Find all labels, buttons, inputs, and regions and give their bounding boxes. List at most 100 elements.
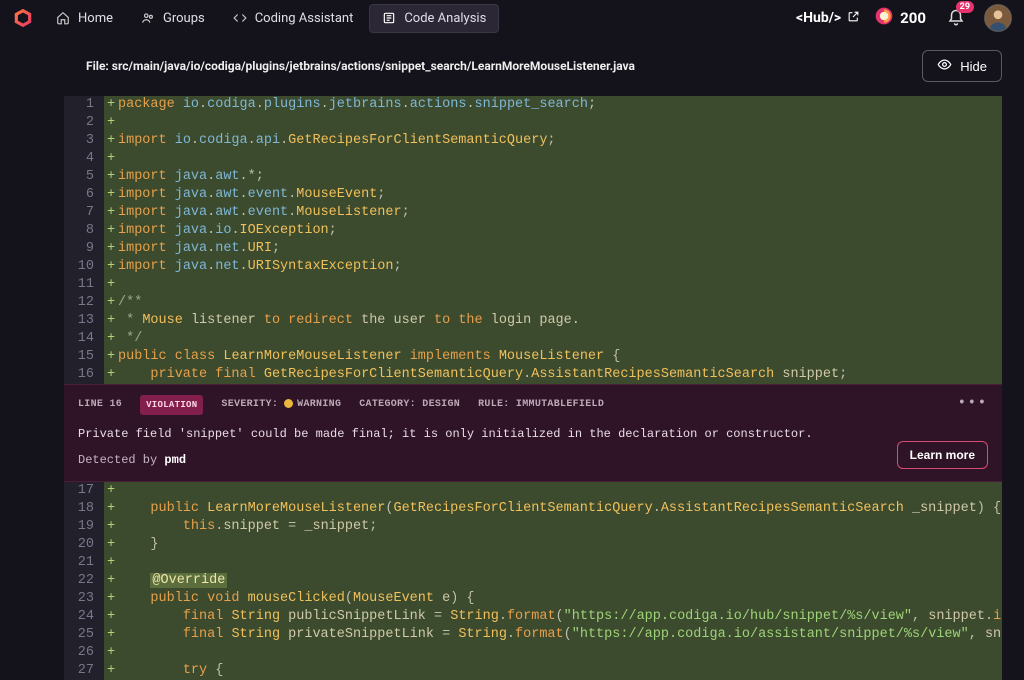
code-content[interactable]: public LearnMoreMouseListener(GetRecipes…: [118, 500, 1002, 518]
code-line: 16+ private final GetRecipesForClientSem…: [64, 366, 1002, 384]
code-content[interactable]: package io.codiga.plugins.jetbrains.acti…: [118, 96, 1002, 114]
violation-rule: RULE: IMMUTABLEFIELD: [478, 396, 604, 414]
coin-icon: [874, 6, 894, 30]
code-line: 6+import java.awt.event.MouseEvent;: [64, 186, 1002, 204]
severity-dot-icon: [284, 399, 293, 408]
code-line: 25+ final String privateSnippetLink = St…: [64, 626, 1002, 644]
violation-message: Private field 'snippet' could be made fi…: [78, 425, 988, 443]
code-line: 26+: [64, 644, 1002, 662]
code-line: 14+ */: [64, 330, 1002, 348]
file-path: File: src/main/java/io/codiga/plugins/je…: [86, 59, 635, 73]
diff-marker: +: [104, 258, 118, 276]
line-number: 8: [64, 222, 104, 240]
diff-marker: +: [104, 150, 118, 168]
line-number: 23: [64, 590, 104, 608]
nav-analysis-label: Code Analysis: [404, 11, 486, 26]
line-number: 25: [64, 626, 104, 644]
line-number: 16: [64, 366, 104, 384]
diff-marker: +: [104, 312, 118, 330]
code-content[interactable]: import io.codiga.api.GetRecipesForClient…: [118, 132, 1002, 150]
code-content[interactable]: import java.net.URI;: [118, 240, 1002, 258]
line-number: 18: [64, 500, 104, 518]
code-content[interactable]: [118, 482, 1002, 500]
line-number: 14: [64, 330, 104, 348]
diff-marker: +: [104, 590, 118, 608]
diff-marker: +: [104, 222, 118, 240]
violation-severity: SEVERITY:WARNING: [221, 396, 341, 414]
diff-marker: +: [104, 626, 118, 644]
diff-marker: +: [104, 204, 118, 222]
code-content[interactable]: import java.io.IOException;: [118, 222, 1002, 240]
external-link-icon: [847, 10, 860, 27]
code-line: 13+ * Mouse listener to redirect the use…: [64, 312, 1002, 330]
violation-detected-by: Detected by pmd: [78, 451, 988, 469]
diff-marker: +: [104, 132, 118, 150]
code-content[interactable]: [118, 114, 1002, 132]
code-content[interactable]: public class LearnMoreMouseListener impl…: [118, 348, 1002, 366]
code-line: 4+: [64, 150, 1002, 168]
code-content[interactable]: private final GetRecipesForClientSemanti…: [118, 366, 1002, 384]
code-line: 5+import java.awt.*;: [64, 168, 1002, 186]
diff-marker: +: [104, 482, 118, 500]
code-line: 27+ try {: [64, 662, 1002, 680]
code-line: 7+import java.awt.event.MouseListener;: [64, 204, 1002, 222]
code-content[interactable]: final String publicSnippetLink = String.…: [118, 608, 1002, 626]
nav-analysis[interactable]: Code Analysis: [369, 4, 499, 33]
code-content[interactable]: @Override: [118, 572, 1002, 590]
code-content[interactable]: import java.awt.event.MouseListener;: [118, 204, 1002, 222]
code-line: 23+ public void mouseClicked(MouseEvent …: [64, 590, 1002, 608]
code-content[interactable]: import java.awt.*;: [118, 168, 1002, 186]
diff-marker: +: [104, 186, 118, 204]
violation-category: CATEGORY: DESIGN: [359, 396, 460, 414]
code-line: 10+import java.net.URISyntaxException;: [64, 258, 1002, 276]
eye-icon: [937, 57, 952, 75]
code-content[interactable]: [118, 276, 1002, 294]
user-avatar[interactable]: [984, 4, 1012, 32]
nav-home[interactable]: Home: [44, 5, 125, 32]
line-number: 19: [64, 518, 104, 536]
line-number: 17: [64, 482, 104, 500]
line-number: 7: [64, 204, 104, 222]
app-logo[interactable]: [12, 7, 34, 29]
code-content[interactable]: final String privateSnippetLink = String…: [118, 626, 1002, 644]
code-content[interactable]: import java.net.URISyntaxException;: [118, 258, 1002, 276]
diff-marker: +: [104, 114, 118, 132]
code-content[interactable]: import java.awt.event.MouseEvent;: [118, 186, 1002, 204]
code-content[interactable]: }: [118, 536, 1002, 554]
code-content[interactable]: /**: [118, 294, 1002, 312]
code-content[interactable]: [118, 150, 1002, 168]
violation-meta: LINE 16 VIOLATION SEVERITY:WARNING CATEG…: [78, 395, 988, 415]
diff-marker: +: [104, 572, 118, 590]
nav-groups[interactable]: Groups: [129, 5, 217, 32]
code-content[interactable]: [118, 554, 1002, 572]
code-content[interactable]: try {: [118, 662, 1002, 680]
nav-assistant-label: Coding Assistant: [255, 11, 354, 26]
hide-button[interactable]: Hide: [922, 50, 1002, 82]
diff-marker: +: [104, 330, 118, 348]
code-content[interactable]: * Mouse listener to redirect the user to…: [118, 312, 1002, 330]
line-number: 6: [64, 186, 104, 204]
analysis-icon: [382, 11, 396, 25]
nav-assistant[interactable]: Coding Assistant: [221, 5, 366, 32]
code-content[interactable]: this.snippet = _snippet;: [118, 518, 1002, 536]
line-number: 4: [64, 150, 104, 168]
code-content[interactable]: [118, 644, 1002, 662]
line-number: 11: [64, 276, 104, 294]
line-number: 24: [64, 608, 104, 626]
hub-label: <Hub/>: [796, 10, 841, 26]
violation-more-button[interactable]: •••: [958, 395, 988, 413]
hub-link[interactable]: <Hub/>: [796, 10, 860, 27]
line-number: 2: [64, 114, 104, 132]
points-value: 200: [900, 9, 926, 27]
code-content[interactable]: public void mouseClicked(MouseEvent e) {: [118, 590, 1002, 608]
learn-more-button[interactable]: Learn more: [897, 441, 988, 469]
diff-marker: +: [104, 168, 118, 186]
notifications-button[interactable]: 29: [944, 6, 968, 30]
diff-marker: +: [104, 554, 118, 572]
line-number: 10: [64, 258, 104, 276]
code-content[interactable]: */: [118, 330, 1002, 348]
line-number: 20: [64, 536, 104, 554]
notification-count: 29: [956, 1, 974, 13]
points-counter[interactable]: 200: [874, 6, 926, 30]
diff-marker: +: [104, 608, 118, 626]
